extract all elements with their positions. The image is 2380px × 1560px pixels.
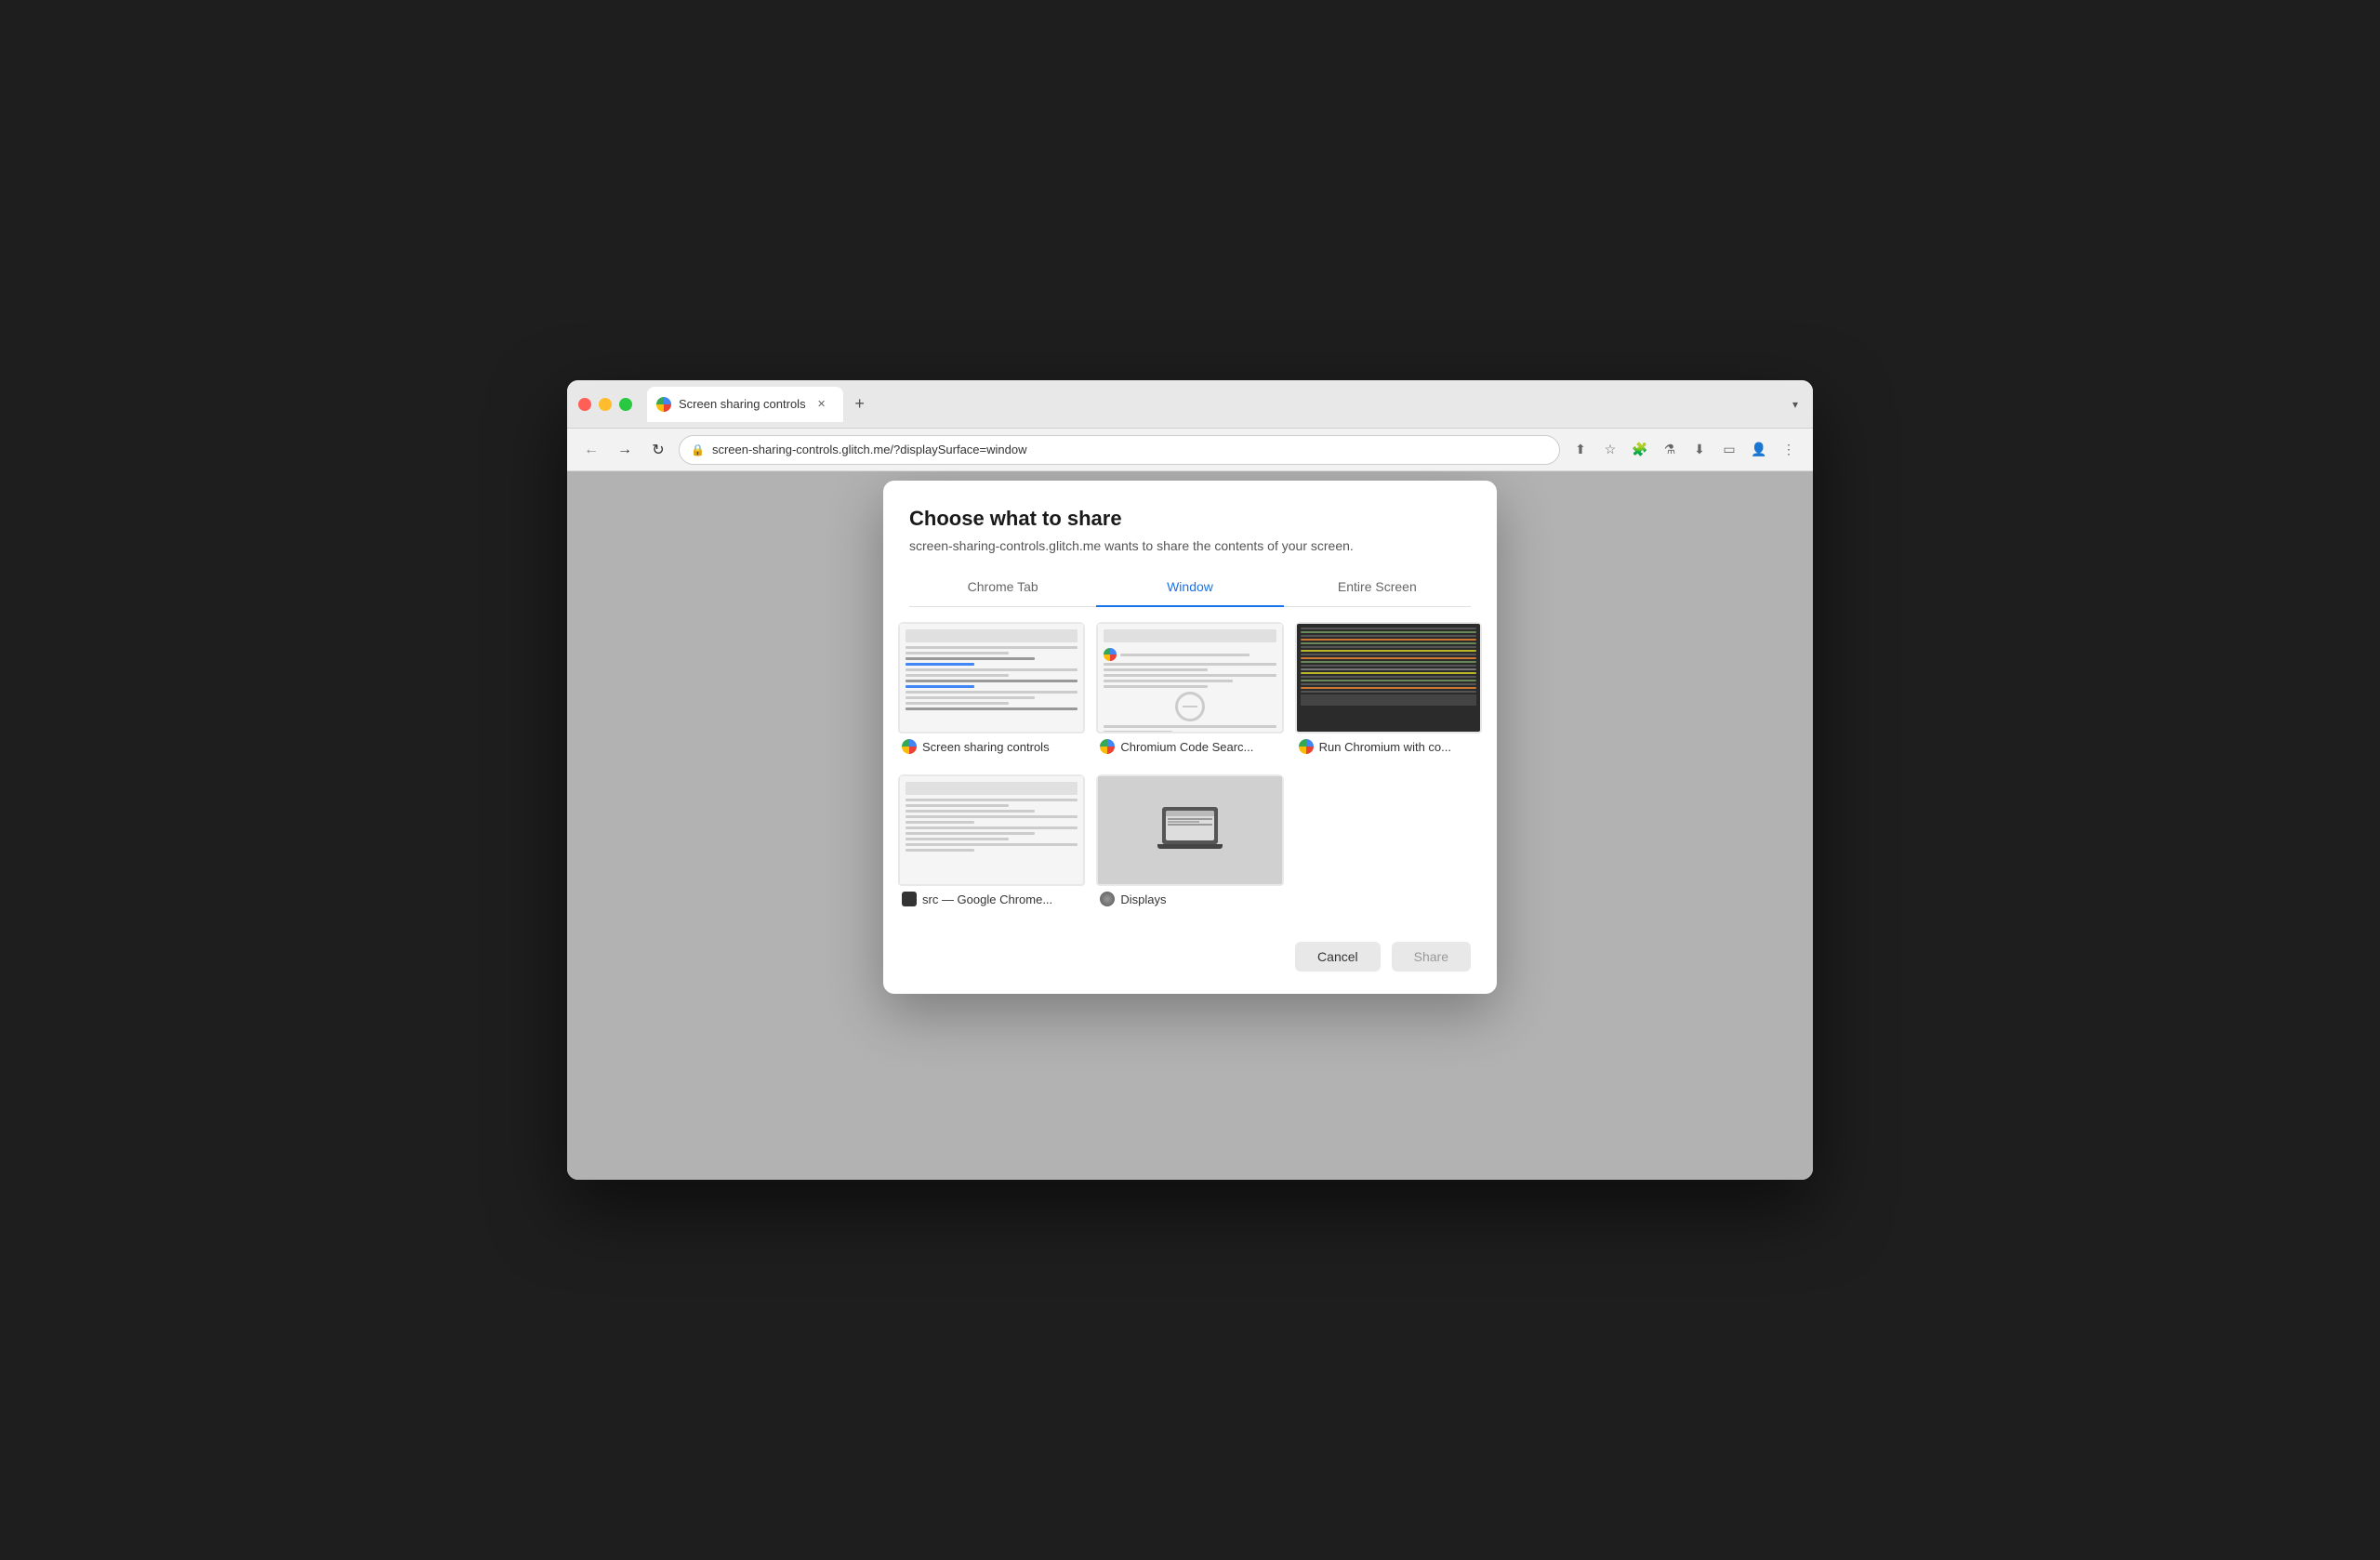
modal-title: Choose what to share — [909, 507, 1471, 531]
window-name-3: Run Chromium with co... — [1319, 740, 1451, 754]
share-dialog: Choose what to share screen-sharing-cont… — [883, 481, 1497, 994]
close-button[interactable] — [578, 398, 591, 411]
window-grid-top: Screen sharing controls — [883, 607, 1497, 774]
window-thumbnail-2 — [1096, 622, 1283, 734]
tab-strip-chevron-icon[interactable]: ▾ — [1789, 394, 1802, 415]
profile-button[interactable]: 👤 — [1746, 437, 1772, 463]
modal-subtitle: screen-sharing-controls.glitch.me wants … — [909, 538, 1471, 553]
window-item-1[interactable]: Screen sharing controls — [898, 622, 1085, 760]
browser-window: Screen sharing controls ✕ + ▾ ← → ↻ 🔒 sc… — [567, 380, 1813, 1180]
window-thumbnail-1 — [898, 622, 1085, 734]
refresh-button[interactable]: ↻ — [645, 437, 671, 463]
tab-favicon-icon — [656, 397, 671, 412]
cancel-button[interactable]: Cancel — [1295, 942, 1381, 972]
menu-button[interactable]: ⋮ — [1776, 437, 1802, 463]
tab-bar: Screen sharing controls ✕ + ▾ — [647, 387, 1802, 422]
window-thumbnail-5 — [1096, 774, 1283, 886]
new-tab-button[interactable]: + — [847, 391, 873, 417]
window-name-2: Chromium Code Searc... — [1120, 740, 1253, 754]
nav-actions: ⬆ ☆ 🧩 ⚗ ⬇ ▭ 👤 ⋮ — [1567, 437, 1802, 463]
window-icon-5 — [1100, 892, 1115, 906]
modal-footer: Cancel Share — [883, 927, 1497, 994]
lock-icon: 🔒 — [691, 443, 705, 456]
share-page-button[interactable]: ⬆ — [1567, 437, 1593, 463]
tab-title: Screen sharing controls — [679, 397, 806, 411]
modal-overlay: Choose what to share screen-sharing-cont… — [567, 471, 1813, 1180]
split-screen-button[interactable]: ▭ — [1716, 437, 1742, 463]
window-icon-1 — [902, 739, 917, 754]
traffic-lights — [578, 398, 632, 411]
forward-button[interactable]: → — [612, 437, 638, 463]
lab-icon[interactable]: ⚗ — [1657, 437, 1683, 463]
tab-chrome-tab[interactable]: Chrome Tab — [909, 568, 1096, 607]
window-icon-2 — [1100, 739, 1115, 754]
navigation-bar: ← → ↻ 🔒 screen-sharing-controls.glitch.m… — [567, 429, 1813, 471]
window-name-4: src — Google Chrome... — [922, 892, 1052, 906]
window-icon-3 — [1299, 739, 1314, 754]
tab-close-button[interactable]: ✕ — [813, 396, 830, 413]
window-name-5: Displays — [1120, 892, 1166, 906]
window-name-1: Screen sharing controls — [922, 740, 1050, 754]
url-text: screen-sharing-controls.glitch.me/?displ… — [712, 443, 1548, 456]
bookmark-button[interactable]: ☆ — [1597, 437, 1623, 463]
window-thumbnail-4 — [898, 774, 1085, 886]
minimize-button[interactable] — [599, 398, 612, 411]
window-item-4[interactable]: src — Google Chrome... — [898, 774, 1085, 912]
window-item-2[interactable]: Chromium Code Searc... — [1096, 622, 1283, 760]
tab-entire-screen[interactable]: Entire Screen — [1284, 568, 1471, 607]
share-tabs: Chrome Tab Window Entire Screen — [909, 568, 1471, 607]
empty-slot — [1295, 774, 1482, 912]
download-button[interactable]: ⬇ — [1686, 437, 1712, 463]
window-thumbnail-3 — [1295, 622, 1482, 734]
maximize-button[interactable] — [619, 398, 632, 411]
window-grid-bottom: src — Google Chrome... — [883, 774, 1497, 927]
extensions-button[interactable]: 🧩 — [1627, 437, 1653, 463]
back-button[interactable]: ← — [578, 437, 604, 463]
modal-header: Choose what to share screen-sharing-cont… — [883, 481, 1497, 568]
share-button[interactable]: Share — [1392, 942, 1471, 972]
window-item-5[interactable]: Displays — [1096, 774, 1283, 912]
tab-window[interactable]: Window — [1096, 568, 1283, 607]
title-bar: Screen sharing controls ✕ + ▾ — [567, 380, 1813, 429]
main-content: Choose what to share screen-sharing-cont… — [567, 471, 1813, 1180]
active-tab[interactable]: Screen sharing controls ✕ — [647, 387, 843, 422]
address-bar[interactable]: 🔒 screen-sharing-controls.glitch.me/?dis… — [679, 435, 1560, 465]
window-icon-4 — [902, 892, 917, 906]
window-item-3[interactable]: Run Chromium with co... — [1295, 622, 1482, 760]
